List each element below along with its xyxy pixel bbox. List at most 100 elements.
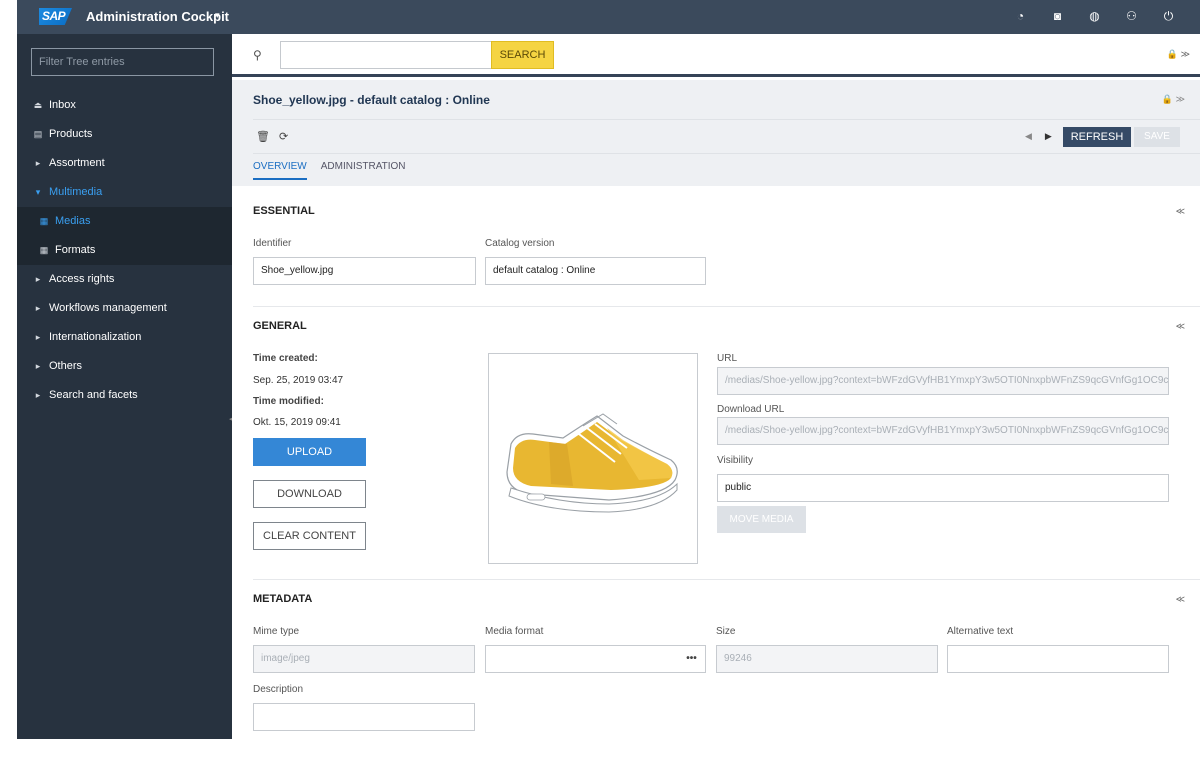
more-options-button[interactable]: •••	[678, 645, 706, 673]
divider	[253, 153, 1200, 154]
caret-right-icon: ▸	[35, 274, 41, 284]
sidebar-item-label: Search and facets	[49, 389, 138, 401]
sidebar-item-workflows[interactable]: ▸ Workflows management	[17, 294, 232, 323]
search-input[interactable]	[280, 41, 492, 69]
sidebar-item-internationalization[interactable]: ▸ Internationalization	[17, 323, 232, 352]
divider	[253, 306, 1200, 307]
notification-icon[interactable]: ◙	[1050, 9, 1065, 24]
caret-right-icon: ▸	[35, 303, 41, 313]
nav-arrows: ◀ ▶	[1025, 131, 1052, 142]
help-icon[interactable]: ◔	[1013, 9, 1028, 24]
tab-overview[interactable]: OVERVIEW	[253, 161, 307, 180]
caret-right-icon: ▸	[35, 390, 41, 400]
collapse-up-icon[interactable]: ≪	[1176, 206, 1185, 217]
sidebar-item-label: Formats	[55, 244, 96, 256]
editor-tabs: OVERVIEW ADMINISTRATION	[253, 161, 406, 180]
sidebar-item-label: Products	[49, 128, 93, 140]
collapse-up-icon[interactable]: ≪	[1176, 594, 1185, 605]
main-area: ⚲ SEARCH 🔒 ≫ Shoe_yellow.jpg - default c…	[232, 34, 1200, 739]
sidebar-item-medias[interactable]: ▦ Medias	[17, 207, 232, 236]
sidebar-item-multimedia[interactable]: ▾ Multimedia	[17, 178, 232, 207]
visibility-label: Visibility	[717, 455, 753, 466]
url-label: URL	[717, 353, 738, 364]
sidebar-item-assortment[interactable]: ▸ Assortment	[17, 149, 232, 178]
editor-toolbar: 🗑 ⟳	[256, 130, 288, 143]
sap-logo: SAP	[39, 8, 72, 25]
previous-icon[interactable]: ◀	[1025, 131, 1032, 142]
caret-right-icon: ▸	[35, 361, 41, 371]
description-label: Description	[253, 684, 304, 695]
collapse-up-icon[interactable]: ≪	[1176, 321, 1185, 332]
sidebar-nav: ⏏ Inbox ▤ Products ▸ Assortment ▾ Multim…	[17, 91, 232, 410]
filter-tree-input[interactable]: Filter Tree entries	[31, 48, 214, 76]
multimedia-subtree: ▦ Medias ▦ Formats	[17, 207, 232, 265]
sidebar-item-label: Multimedia	[49, 186, 103, 198]
time-modified-label: Time modified:	[253, 396, 324, 407]
move-media-button[interactable]: MOVE MEDIA	[717, 506, 806, 533]
description-field[interactable]	[253, 703, 475, 731]
download-button[interactable]: DOWNLOAD	[253, 480, 366, 508]
caret-right-icon: ▸	[35, 332, 41, 342]
divider	[253, 579, 1200, 580]
search-bar: ⚲ SEARCH 🔒 ≫	[232, 34, 1200, 77]
tab-administration[interactable]: ADMINISTRATION	[321, 161, 406, 180]
advanced-search-icon[interactable]: ⚲	[253, 48, 262, 62]
section-metadata-title: METADATA	[253, 593, 313, 605]
save-button[interactable]: SAVE	[1134, 127, 1180, 147]
products-icon: ▤	[33, 129, 43, 139]
refresh-cycle-icon[interactable]: ⟳	[279, 130, 288, 143]
editor-header: Shoe_yellow.jpg - default catalog : Onli…	[232, 80, 1200, 186]
next-icon[interactable]: ▶	[1045, 131, 1052, 142]
sidebar-item-formats[interactable]: ▦ Formats	[17, 236, 232, 265]
section-essential-title: ESSENTIAL	[253, 205, 315, 217]
top-bar: SAP Administration Cockpit ▾ ◔ ◙ ◍ ⚇ ⏻	[17, 0, 1200, 34]
size-field[interactable]: 99246	[716, 645, 938, 673]
medias-icon: ▦	[39, 216, 49, 226]
sidebar-item-access-rights[interactable]: ▸ Access rights	[17, 265, 232, 294]
catalog-version-field[interactable]: default catalog : Online	[485, 257, 706, 285]
refresh-button[interactable]: REFRESH	[1063, 127, 1131, 147]
alternative-text-field[interactable]	[947, 645, 1169, 673]
app-window: SAP Administration Cockpit ▾ ◔ ◙ ◍ ⚇ ⏻ F…	[17, 0, 1200, 739]
upload-button[interactable]: UPLOAD	[253, 438, 366, 466]
sidebar-item-label: Internationalization	[49, 331, 142, 343]
alternative-text-label: Alternative text	[947, 626, 1014, 637]
visibility-select[interactable]: public	[717, 474, 1169, 502]
sidebar-item-label: Assortment	[49, 157, 105, 169]
mime-type-field[interactable]: image/jpeg	[253, 645, 475, 673]
shoe-image	[506, 413, 678, 513]
media-format-field[interactable]	[485, 645, 680, 673]
sidebar: Filter Tree entries ⏏ Inbox ▤ Products ▸…	[17, 34, 233, 739]
lock-collapse-icon[interactable]: 🔒 ≫	[1167, 49, 1190, 60]
media-format-label: Media format	[485, 626, 544, 637]
identifier-field[interactable]: Shoe_yellow.jpg	[253, 257, 476, 285]
app-title[interactable]: Administration Cockpit	[86, 9, 229, 24]
divider	[253, 119, 1200, 120]
sidebar-item-products[interactable]: ▤ Products	[17, 120, 232, 149]
search-button[interactable]: SEARCH	[491, 41, 554, 69]
globe-icon[interactable]: ◍	[1087, 9, 1102, 24]
sidebar-item-label: Others	[49, 360, 83, 372]
sidebar-item-label: Access rights	[49, 273, 115, 285]
power-icon[interactable]: ⏻	[1161, 9, 1176, 24]
identifier-label: Identifier	[253, 238, 292, 249]
section-general-title: GENERAL	[253, 320, 307, 332]
sidebar-item-search-facets[interactable]: ▸ Search and facets	[17, 381, 232, 410]
user-settings-icon[interactable]: ⚇	[1124, 9, 1139, 24]
caret-right-icon: ▸	[35, 158, 41, 168]
time-modified-value: Okt. 15, 2019 09:41	[253, 417, 341, 428]
clear-content-button[interactable]: CLEAR CONTENT	[253, 522, 366, 550]
sidebar-item-label: Inbox	[49, 99, 76, 111]
lock-icon[interactable]: 🔒 ≫	[1162, 94, 1185, 105]
chevron-down-icon[interactable]: ▾	[215, 10, 220, 21]
top-icons: ◔ ◙ ◍ ⚇ ⏻	[1013, 9, 1176, 24]
time-created-label: Time created:	[253, 353, 318, 364]
download-url-field[interactable]: /medias/Shoe-yellow.jpg?context=bWFzdGVy…	[717, 417, 1169, 445]
mime-type-label: Mime type	[253, 626, 300, 637]
sidebar-item-inbox[interactable]: ⏏ Inbox	[17, 91, 232, 120]
url-field[interactable]: /medias/Shoe-yellow.jpg?context=bWFzdGVy…	[717, 367, 1169, 395]
catalog-version-label: Catalog version	[485, 238, 555, 249]
delete-icon[interactable]: 🗑	[256, 130, 270, 143]
caret-down-icon: ▾	[35, 187, 41, 197]
sidebar-item-others[interactable]: ▸ Others	[17, 352, 232, 381]
